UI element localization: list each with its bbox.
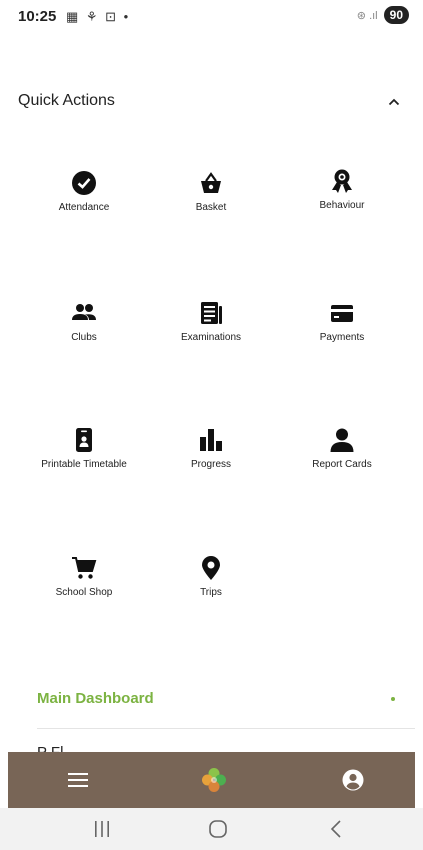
status-time: 10:25	[18, 8, 57, 25]
card-icon	[331, 305, 353, 322]
menu-icon[interactable]	[66, 768, 90, 792]
action-progress[interactable]: Progress	[146, 427, 276, 470]
action-payments[interactable]: Payments	[277, 300, 407, 343]
chevron-up-icon[interactable]	[388, 96, 400, 108]
shopping-cart-icon	[72, 557, 97, 579]
action-label: Trips	[200, 587, 222, 598]
action-label: School Shop	[55, 587, 113, 598]
check-circle-icon	[72, 171, 96, 195]
action-report-cards[interactable]: Report Cards	[277, 427, 407, 470]
action-label: Basket	[195, 202, 227, 213]
battery-badge: 90	[383, 6, 409, 24]
back-icon[interactable]	[326, 818, 348, 840]
person-icon	[330, 428, 354, 452]
id-card-icon	[76, 428, 92, 452]
logo-icon[interactable]	[201, 767, 227, 793]
action-label: Progress	[190, 459, 231, 470]
action-label: Clubs	[71, 332, 97, 343]
menu-item-main-dashboard[interactable]: Main Dashboard	[37, 690, 154, 707]
action-label: Printable Timetable	[41, 459, 127, 470]
action-label: Behaviour	[319, 200, 365, 211]
action-label: Payments	[319, 332, 365, 343]
action-label: Report Cards	[312, 459, 372, 470]
map-pin-icon	[202, 556, 220, 580]
action-label: Attendance	[58, 202, 110, 213]
people-icon	[72, 304, 96, 320]
action-attendance[interactable]: Attendance	[19, 170, 149, 213]
action-printable-timetable[interactable]: Printable Timetable	[19, 427, 149, 470]
quick-actions-title: Quick Actions	[18, 92, 115, 109]
newspaper-icon	[201, 302, 222, 324]
action-behaviour[interactable]: Behaviour	[277, 168, 407, 211]
bar-chart-icon	[200, 429, 222, 451]
quick-actions-header[interactable]: Quick Actions	[18, 92, 404, 116]
award-icon	[332, 169, 352, 193]
active-dot	[391, 697, 395, 701]
bottom-nav	[8, 752, 415, 808]
recent-apps-icon[interactable]	[91, 818, 113, 840]
account-icon[interactable]	[341, 768, 365, 792]
system-nav-bar	[0, 808, 423, 850]
notification-icons: ▦ ⚘ ⊡ •	[66, 9, 131, 24]
divider	[37, 728, 415, 729]
signal-icon: ⊛ .ıl	[356, 9, 378, 22]
action-clubs[interactable]: Clubs	[19, 300, 149, 343]
status-bar: 10:25 ▦ ⚘ ⊡ • ⊛ .ıl 90	[0, 0, 423, 36]
action-basket[interactable]: Basket	[146, 170, 276, 213]
action-school-shop[interactable]: School Shop	[19, 555, 149, 598]
basket-icon	[201, 172, 221, 193]
home-icon[interactable]	[207, 818, 229, 840]
status-right: ⊛ .ıl 90	[357, 6, 409, 24]
action-examinations[interactable]: Examinations	[146, 300, 276, 343]
action-trips[interactable]: Trips	[146, 555, 276, 598]
action-label: Examinations	[180, 332, 242, 343]
